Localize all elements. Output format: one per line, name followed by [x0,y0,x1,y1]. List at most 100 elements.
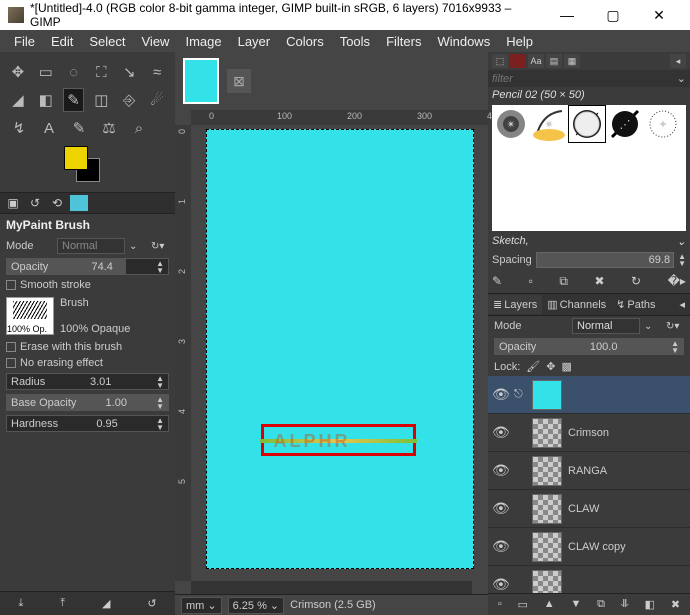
new-layer-icon[interactable]: ▫ [498,598,502,611]
device-tab-icon[interactable]: ↺ [26,195,44,211]
lock-paint-icon[interactable]: 🖌 [526,360,540,373]
menu-help[interactable]: Help [498,31,541,52]
visibility-icon[interactable]: 👁 [492,462,508,479]
erase-checkbox[interactable] [6,342,16,352]
spacing-slider[interactable]: 69.8 [536,252,674,268]
fonts-tab-icon[interactable]: Aa [528,54,544,68]
dock-menu-icon[interactable]: ◂ [674,295,690,314]
lock-alpha-icon[interactable]: ▩ [561,360,571,373]
rect-select-tool-icon[interactable]: ▭ [36,61,56,83]
delete-layer-icon[interactable]: ✖ [671,598,680,611]
del-brush-icon[interactable]: ✖ [594,274,604,289]
move-tool-icon[interactable]: ✥ [8,61,28,83]
ruler-horizontal[interactable]: 0 100 200 300 400 [191,110,488,125]
dock-menu-icon[interactable]: ◂ [670,54,686,68]
edit-brush-icon[interactable]: ✎ [492,274,502,289]
paths-tab[interactable]: ↯ Paths [611,295,660,314]
foreground-color[interactable] [64,146,88,170]
delete-preset-icon[interactable]: ◢ [102,597,110,610]
layer-opacity-slider[interactable]: Opacity 100.0 ▲▼ [494,338,684,355]
brush-preview[interactable]: 100% Op. [6,297,54,335]
stepper-icon[interactable]: ▲▼ [156,396,164,410]
text-tool-icon[interactable]: A [38,117,60,139]
menu-colors[interactable]: Colors [278,31,332,52]
picker-tool-icon[interactable]: ✎ [68,117,90,139]
stepper-icon[interactable]: ▲▼ [156,375,164,389]
layer-row[interactable]: 👁 RANGA [488,452,690,490]
smooth-checkbox[interactable] [6,280,16,290]
tool-options-tab-icon[interactable]: ▣ [4,195,22,211]
open-brush-icon[interactable]: �▸ [668,274,686,289]
stepper-icon[interactable]: ▲▼ [156,417,164,431]
menu-layer[interactable]: Layer [230,31,279,52]
path-tool-icon[interactable]: ↯ [8,117,30,139]
free-select-tool-icon[interactable]: ◌ [64,61,84,83]
dup-brush-icon[interactable]: ⧉ [559,274,568,289]
dup-layer-icon[interactable]: ⧉ [597,598,605,611]
layer-name[interactable]: Crimson [568,427,609,439]
visibility-icon[interactable]: 👁 [492,538,508,555]
menu-view[interactable]: View [134,31,178,52]
visibility-icon[interactable]: 👁 [492,424,508,441]
reset-icon[interactable]: ↻▾ [151,241,169,252]
menu-edit[interactable]: Edit [43,31,81,52]
layer-row[interactable]: 👁 [488,566,690,593]
history-tab-icon[interactable]: ▤ [546,54,562,68]
menu-tools[interactable]: Tools [332,31,378,52]
noerase-checkbox[interactable] [6,358,16,368]
image-thumb[interactable] [183,58,219,104]
canvas[interactable]: ALPHR [206,129,474,569]
unit-select[interactable]: mm ⌄ [181,597,222,614]
crop-tool-icon[interactable]: ⛶ [91,61,111,83]
patterns-tab-icon[interactable] [510,54,526,68]
radius-slider[interactable]: Radius 3.01 ▲▼ [6,373,169,390]
layer-row[interactable]: 👁 ⎋ [488,376,690,414]
mode-select[interactable]: Normal [57,238,125,254]
refresh-brush-icon[interactable]: ↻ [631,274,641,289]
chevron-down-icon[interactable]: ⌄ [677,72,686,85]
layers-tab[interactable]: ≣ Layers [488,295,542,314]
layer-row[interactable]: 👁 CLAW copy [488,528,690,566]
chevron-down-icon[interactable]: ⌄ [644,321,662,332]
brush-filter-input[interactable] [492,73,677,85]
minimize-button[interactable]: — [544,0,590,30]
bucket-tool-icon[interactable]: ◢ [8,89,28,111]
opacity-slider[interactable]: Opacity 74.4 ▲▼ [6,258,169,275]
baseop-slider[interactable]: Base Opacity 1.00 ▲▼ [6,394,169,411]
zoom-tool-icon[interactable]: ⌕ [128,117,150,139]
gradient-tab-icon[interactable]: ▦ [564,54,580,68]
raise-layer-icon[interactable]: ▲ [544,598,555,611]
layer-row[interactable]: 👁 CLAW [488,490,690,528]
close-button[interactable]: ✕ [636,0,682,30]
visibility-icon[interactable]: 👁 [492,500,508,517]
gradient-tool-icon[interactable]: ◧ [36,89,56,111]
hardness-slider[interactable]: Hardness 0.95 ▲▼ [6,415,169,432]
layer-group-icon[interactable]: ▭ [518,598,528,611]
reset-preset-icon[interactable]: ↺ [147,597,156,610]
mask-layer-icon[interactable]: ◧ [645,598,655,611]
zoom-select[interactable]: 6.25 % ⌄ [228,597,285,614]
lock-move-icon[interactable]: ✥ [546,360,555,373]
smudge-tool-icon[interactable]: ☄ [147,89,167,111]
scrollbar-horizontal[interactable] [191,581,472,594]
color-swatches[interactable] [64,146,171,186]
new-brush-icon[interactable]: ▫ [529,274,533,289]
chevron-down-icon[interactable]: ⌄ [677,235,686,248]
brush-preset-select[interactable]: Sketch, [492,235,529,248]
menu-filters[interactable]: Filters [378,31,429,52]
measure-tool-icon[interactable]: ⚖ [98,117,120,139]
save-preset-icon[interactable]: ⤓ [18,597,23,610]
visibility-icon[interactable]: 👁 [492,576,508,593]
layer-row[interactable]: 👁 Crimson [488,414,690,452]
layer-name[interactable]: CLAW [568,503,599,515]
menu-select[interactable]: Select [81,31,133,52]
canvas-area[interactable]: ALPHR [191,125,488,581]
reset-icon[interactable]: ↻▾ [666,321,684,332]
brush-grid[interactable]: ✷ ✦ ✴ ⋰ ✧ [492,105,686,231]
stepper-icon[interactable]: ▲▼ [671,340,679,354]
maximize-button[interactable]: ▢ [590,0,636,30]
close-view-icon[interactable]: ⊠ [227,69,251,93]
visibility-icon[interactable]: 👁 [492,386,508,403]
load-preset-icon[interactable]: ⤒ [60,597,65,610]
menu-file[interactable]: File [6,31,43,52]
